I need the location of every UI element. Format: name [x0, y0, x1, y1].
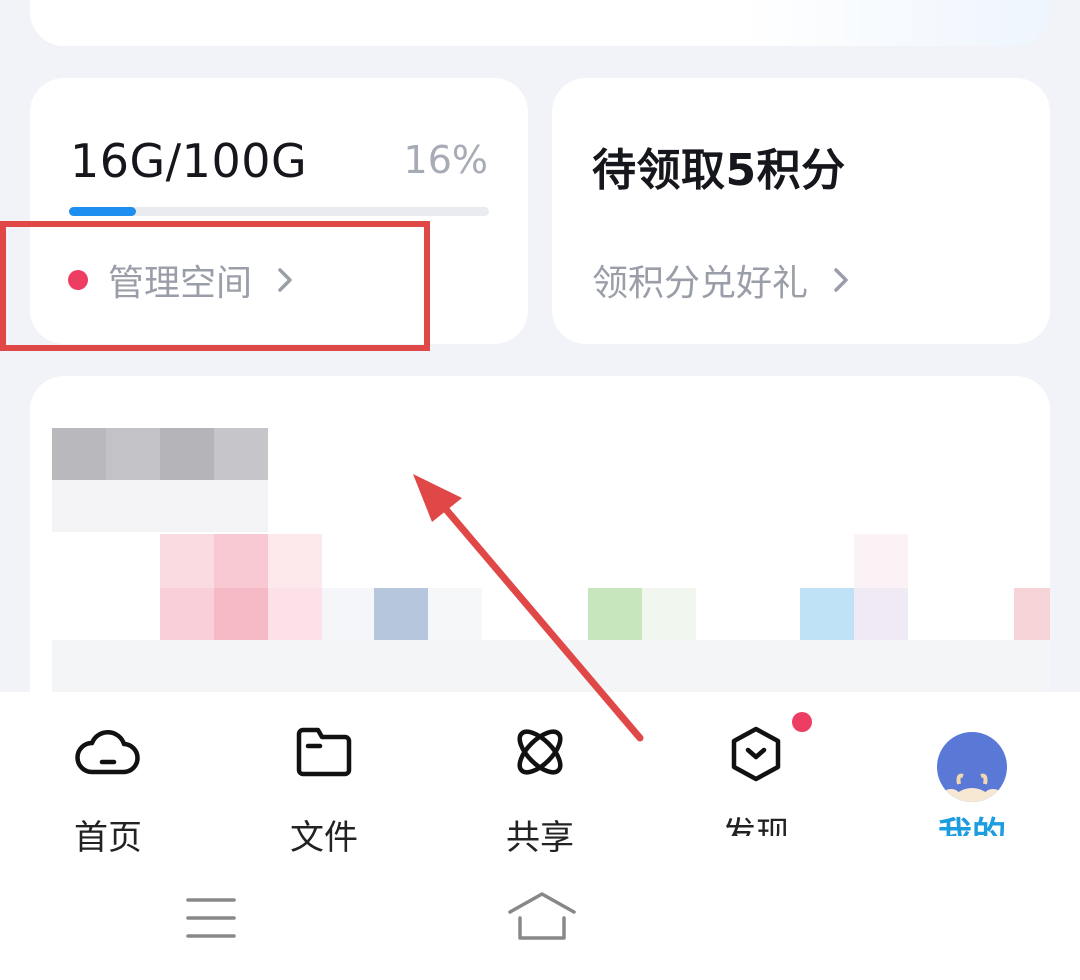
storage-progress-fill: [69, 207, 137, 216]
menu-icon[interactable]: [186, 896, 236, 940]
chevron-right-icon: [834, 268, 848, 292]
tab-share-label: 共享: [506, 818, 574, 858]
points-title: 待领取5积分: [592, 145, 846, 196]
tab-home-label: 首页: [74, 818, 142, 858]
tab-discover-label: 发现: [722, 815, 790, 836]
cow-avatar-icon: [943, 773, 1001, 802]
highlight-annotation-box: [0, 221, 430, 351]
redeem-points-link[interactable]: 领积分兑好礼: [592, 254, 854, 306]
cloud-icon: [75, 730, 140, 775]
tab-home[interactable]: 首页: [18, 692, 198, 862]
system-nav-bar: [0, 860, 1080, 980]
share-atom-icon: [517, 729, 563, 775]
storage-progress-bar: [69, 207, 489, 216]
folder-icon: [296, 727, 352, 777]
tab-files[interactable]: 文件: [234, 692, 414, 862]
tab-share[interactable]: 共享: [450, 692, 630, 862]
points-card[interactable]: 待领取5积分 领积分兑好礼: [552, 78, 1050, 344]
storage-amount: 16G/100G: [70, 134, 308, 188]
discover-badge-dot: [792, 712, 812, 732]
home-icon[interactable]: [506, 890, 578, 942]
tab-me[interactable]: 我的: [882, 692, 1062, 862]
avatar: [937, 732, 1007, 802]
tab-discover[interactable]: 发现: [666, 692, 846, 862]
storage-percent: 16%: [403, 138, 488, 182]
discover-cube-icon: [731, 726, 781, 782]
redeem-points-label: 领积分兑好礼: [592, 263, 809, 304]
top-card: [30, 0, 1050, 46]
tab-files-label: 文件: [290, 818, 358, 858]
bottom-tab-bar: 首页 文件 共享 发现 我的: [0, 692, 1080, 980]
tab-me-label: 我的: [938, 815, 1006, 836]
